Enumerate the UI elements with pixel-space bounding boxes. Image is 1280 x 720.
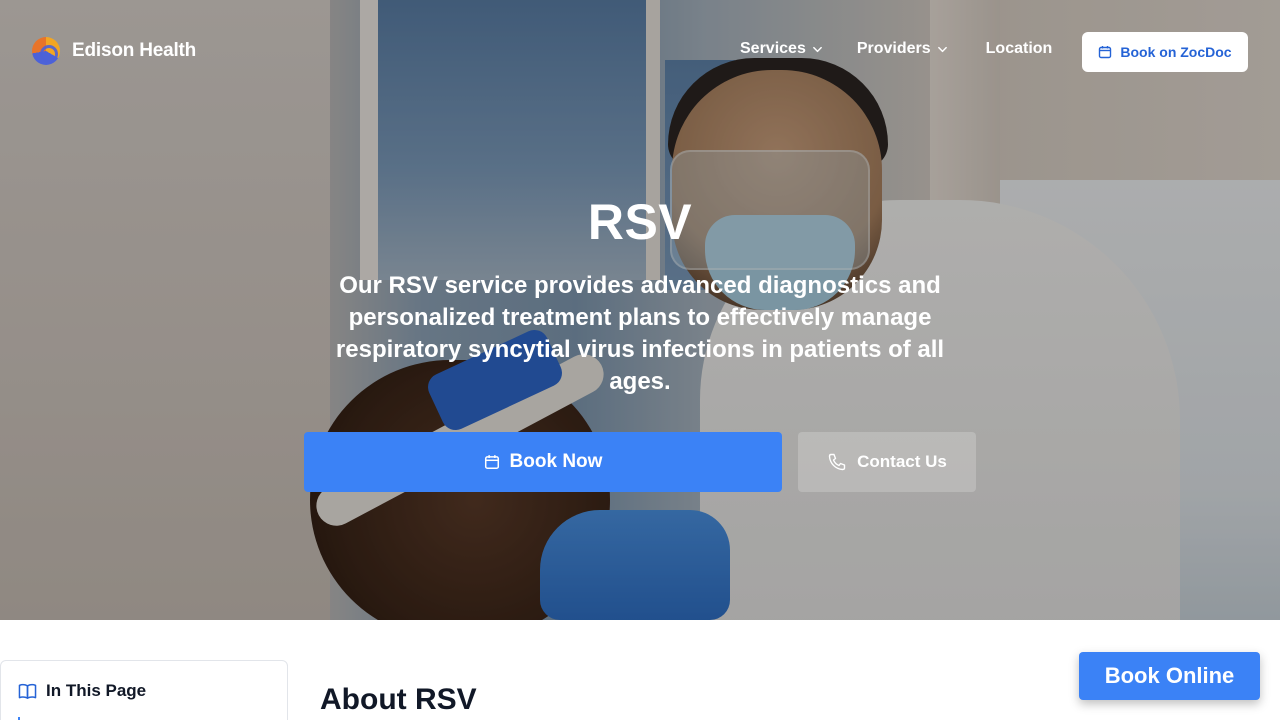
chevron-down-icon bbox=[812, 46, 822, 52]
toc-title: In This Page bbox=[46, 681, 147, 700]
logo-icon bbox=[32, 37, 60, 65]
table-of-contents: In This Page bbox=[0, 660, 288, 720]
book-online-label: Book Online bbox=[1104, 663, 1235, 688]
zocdoc-button-label: Book on ZocDoc bbox=[1120, 44, 1232, 60]
page-title: RSV bbox=[587, 194, 693, 250]
top-navigation: Edison Health Services Providers Locatio… bbox=[0, 0, 1280, 104]
chevron-down-icon bbox=[937, 46, 947, 52]
book-now-label: Book Now bbox=[509, 451, 603, 472]
nav-item-location[interactable]: Location bbox=[986, 40, 1053, 58]
nav-menu: Services Providers Location bbox=[740, 40, 1052, 58]
nav-item-providers[interactable]: Providers bbox=[857, 40, 948, 58]
book-open-icon bbox=[18, 683, 37, 699]
brand-logo[interactable]: Edison Health bbox=[32, 37, 196, 65]
calendar-icon bbox=[1099, 46, 1112, 59]
hero-subtitle: Our RSV service provides advanced diagno… bbox=[335, 272, 945, 395]
contact-us-button[interactable]: Contact Us bbox=[798, 432, 976, 492]
toc-header: In This Page bbox=[18, 681, 146, 701]
contact-us-label: Contact Us bbox=[857, 452, 947, 471]
calendar-icon bbox=[484, 455, 499, 470]
book-now-button[interactable]: Book Now bbox=[304, 432, 782, 492]
brand-name: Edison Health bbox=[72, 40, 197, 61]
nav-item-services[interactable]: Services bbox=[740, 40, 823, 58]
section-title: About RSV bbox=[320, 683, 477, 716]
phone-icon bbox=[828, 453, 846, 471]
book-on-zocdoc-button[interactable]: Book on ZocDoc bbox=[1082, 32, 1248, 72]
nav-item-label: Providers bbox=[856, 40, 931, 57]
nav-item-label: Location bbox=[985, 40, 1053, 57]
nav-item-label: Services bbox=[740, 40, 806, 57]
book-online-button[interactable]: Book Online bbox=[1079, 652, 1260, 700]
